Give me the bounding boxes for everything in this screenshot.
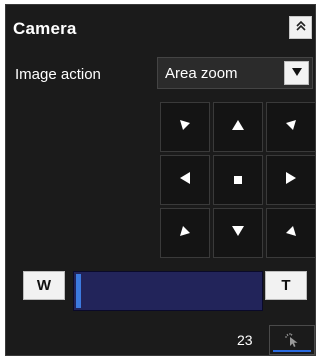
- zoom-slider[interactable]: [73, 271, 263, 311]
- arrow-down-icon: [231, 224, 245, 242]
- tilt-up-button[interactable]: [213, 102, 263, 152]
- zoom-tele-button[interactable]: T: [265, 271, 307, 300]
- image-action-value: Area zoom: [165, 65, 238, 82]
- active-indicator: [273, 350, 311, 352]
- zoom-slider-thumb[interactable]: [76, 274, 81, 308]
- arrow-up-left-icon: [178, 118, 192, 137]
- ptz-control-pad: [160, 102, 316, 258]
- pan-down-right-button[interactable]: [266, 208, 316, 258]
- pan-up-right-button[interactable]: [266, 102, 316, 152]
- pointer-mode-button[interactable]: [269, 325, 315, 355]
- pan-left-button[interactable]: [160, 155, 210, 205]
- pan-down-left-button[interactable]: [160, 208, 210, 258]
- camera-panel: Camera Image action Area zoom W T 23: [5, 4, 316, 356]
- arrow-down-left-icon: [178, 224, 192, 243]
- image-action-select[interactable]: Area zoom: [157, 57, 313, 89]
- arrow-right-icon: [285, 171, 297, 190]
- arrow-down-right-icon: [284, 224, 298, 243]
- collapse-button[interactable]: [289, 16, 312, 39]
- dropdown-arrow-button[interactable]: [284, 61, 309, 85]
- zoom-wide-button[interactable]: W: [23, 271, 65, 300]
- arrow-left-icon: [179, 171, 191, 190]
- triangle-down-icon: [291, 64, 303, 82]
- panel-title: Camera: [13, 19, 77, 38]
- arrow-up-right-icon: [284, 118, 298, 137]
- home-position-button[interactable]: [213, 155, 263, 205]
- image-action-label: Image action: [15, 66, 101, 83]
- tilt-down-button[interactable]: [213, 208, 263, 258]
- chevron-up-double-icon: [295, 19, 307, 37]
- pan-up-left-button[interactable]: [160, 102, 210, 152]
- pan-right-button[interactable]: [266, 155, 316, 205]
- arrow-up-icon: [231, 118, 245, 136]
- zoom-value: 23: [237, 332, 253, 348]
- stop-square-icon: [234, 171, 242, 189]
